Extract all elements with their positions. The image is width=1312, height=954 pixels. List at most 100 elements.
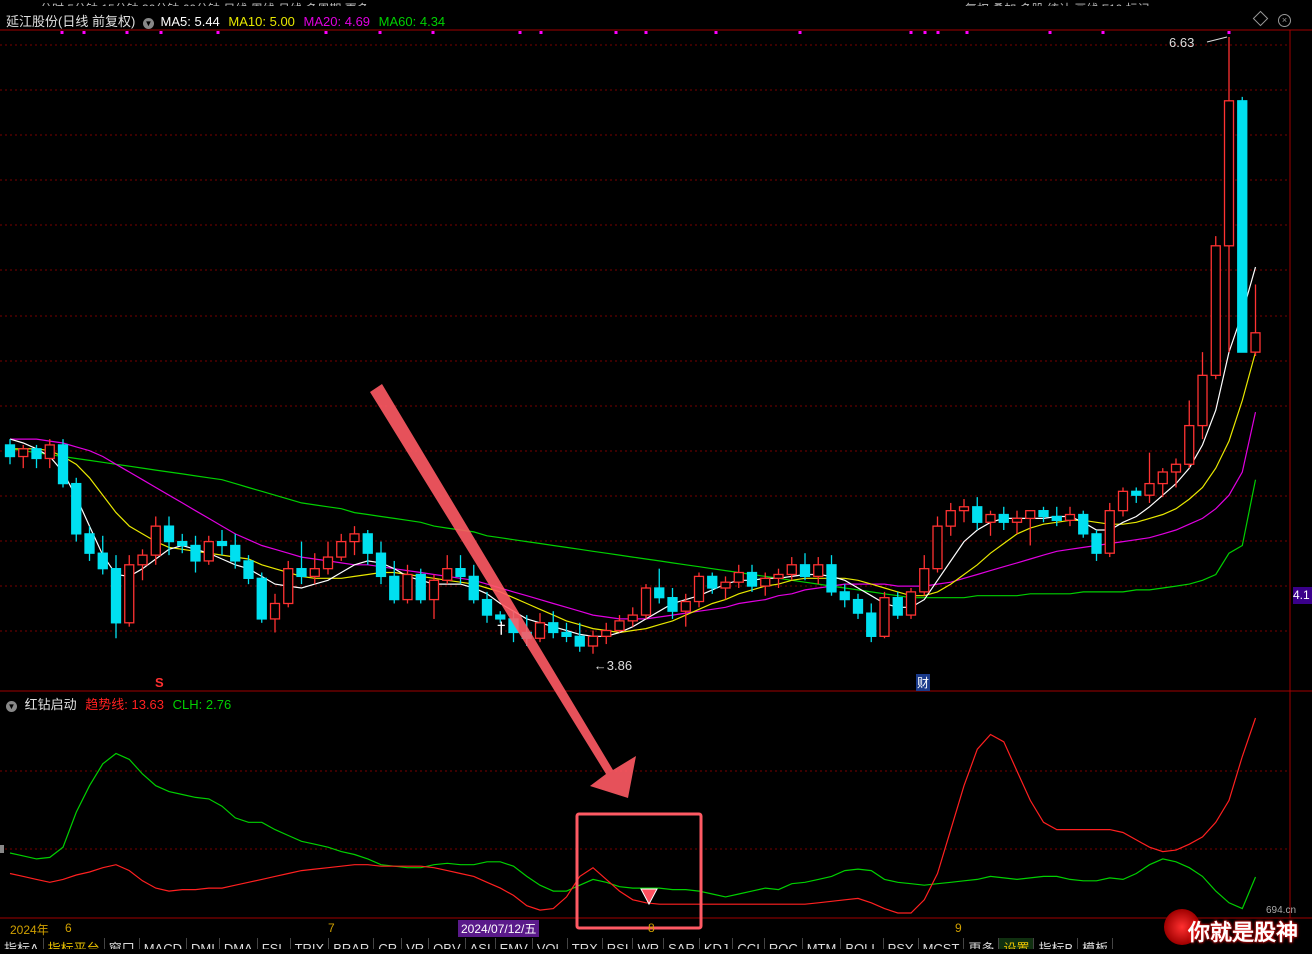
ma10-line [10, 351, 1257, 634]
indicator-tab[interactable]: MCST [919, 938, 965, 949]
indicator-tab[interactable]: WR [633, 938, 665, 949]
grid [0, 29, 1312, 919]
indicator-tab-bar[interactable]: 指标A 指标平台 窗口 MACD DMI DMA FSL TRIX BRAR CR VR OBV ASI… [0, 938, 1312, 949]
indicator-tab[interactable]: TRX [568, 938, 603, 949]
candle-body [57, 444, 69, 485]
indicator-tab[interactable]: 指标平台 [44, 938, 105, 949]
event-dot [965, 31, 969, 34]
sub-chart-header: ▼ 红钻启动 趋势线: 13.63 CLH: 2.76 [6, 694, 231, 713]
sub-chart-title: 红钻启动 [24, 697, 77, 712]
indicator-tab[interactable]: VR [402, 938, 430, 949]
candle-body [958, 506, 970, 512]
candle-body [720, 581, 731, 589]
candle [362, 530, 373, 565]
candle-body [481, 598, 493, 616]
candle [163, 516, 175, 556]
event-marker-s[interactable]: S [155, 675, 164, 690]
event-dot [125, 31, 129, 34]
candle [601, 622, 612, 645]
trend-line-label: 趋势线: 13.63 [85, 697, 165, 712]
candle-body [1144, 482, 1155, 496]
indicator-tab[interactable]: ROC [765, 938, 803, 949]
candle-body [1011, 517, 1023, 523]
indicator-tab[interactable]: EMV [496, 938, 533, 949]
indicator-tab[interactable]: 设置 [999, 938, 1035, 949]
indicator-tab[interactable]: CCI [733, 938, 765, 949]
candle-body [1170, 463, 1182, 473]
indicator-tab[interactable]: OBV [429, 938, 466, 949]
event-dot [1048, 31, 1052, 34]
indicator-tab[interactable]: 更多 [964, 938, 1000, 949]
indicator-tab[interactable]: 指标A [0, 938, 44, 949]
candle [468, 564, 479, 604]
candle [150, 516, 161, 565]
indicator-tab[interactable]: MTM [803, 938, 842, 949]
indicator-tab[interactable]: KDJ [700, 938, 734, 949]
candle-body [852, 598, 864, 614]
top-toolbar-right[interactable]: 复权 叠加 多股 统计 画线 F10 标记 [965, 0, 1305, 6]
event-dot [798, 31, 802, 34]
candle-body [322, 556, 334, 570]
indicator-tab[interactable]: RSI [603, 938, 634, 949]
kline-chart[interactable]: 6.63 ←3.86 † [0, 0, 1312, 949]
candle [1223, 37, 1235, 353]
candle [1210, 236, 1221, 380]
candle-body [71, 482, 82, 535]
dropdown-circle-icon[interactable]: ▼ [142, 18, 154, 29]
candle [1104, 502, 1115, 558]
ma-lines [9, 266, 1257, 637]
dropdown-circle-icon[interactable]: ▼ [6, 701, 17, 712]
candle-body [654, 587, 665, 599]
indicator-tab[interactable]: VOL [533, 938, 568, 949]
indicator-tab[interactable]: PSY [884, 938, 919, 949]
candle [1170, 458, 1182, 488]
indicator-tab[interactable]: CR [374, 938, 403, 949]
candle [932, 516, 943, 573]
indicator-tab[interactable]: BOLL [841, 938, 884, 949]
indicator-tab[interactable]: 模板 [1078, 938, 1114, 949]
indicator-tab[interactable]: DMI [187, 938, 220, 949]
candle-body [243, 560, 254, 579]
indicator-tab[interactable]: 指标B [1034, 938, 1079, 949]
candle [1078, 510, 1089, 538]
candle [44, 439, 55, 469]
candle [627, 607, 638, 627]
candle-body [163, 525, 175, 543]
event-dot [714, 31, 718, 34]
low-label: ←3.86 [594, 658, 632, 673]
candle [442, 555, 453, 585]
candle-body [468, 575, 479, 601]
indicator-tab[interactable]: DMA [220, 938, 258, 949]
candle [375, 541, 387, 585]
event-marker-cai[interactable]: 财 [916, 674, 931, 691]
candle [137, 549, 148, 581]
indicator-tab[interactable]: FSL [258, 938, 291, 949]
candle [866, 603, 877, 643]
indicator-tab[interactable]: 窗口 [105, 938, 140, 949]
candle [879, 591, 890, 639]
indicator-tab[interactable]: BRAR [329, 938, 375, 949]
indicator-tab[interactable]: MACD [140, 938, 187, 949]
candle-body [97, 552, 108, 570]
indicator-tab[interactable]: TRIX [291, 938, 330, 949]
candle-body [1184, 424, 1195, 465]
candle [57, 439, 69, 488]
candle-body [203, 540, 214, 562]
candle [415, 568, 426, 604]
top-toolbar[interactable]: 分时 5分钟 15分钟 30分钟 60分钟 日线 周线 月线 多周期 更多 [40, 0, 980, 6]
candle-body [455, 568, 466, 578]
main-chart-title: 延江股份(日线 前复权) [6, 14, 136, 29]
date-label-sep: 9 [955, 921, 962, 935]
event-dot [923, 31, 927, 34]
candle-body [44, 444, 55, 460]
candle-body [18, 448, 29, 458]
event-dot [539, 31, 543, 34]
candle-body [707, 575, 718, 589]
indicator-tab[interactable]: SAR [664, 938, 700, 949]
candle [998, 506, 1009, 530]
candle-body [693, 575, 705, 603]
indicator-tab[interactable]: ASI [466, 938, 496, 949]
candle [31, 444, 42, 469]
candle [548, 611, 559, 639]
close-circle-icon[interactable]: × [1278, 14, 1291, 27]
